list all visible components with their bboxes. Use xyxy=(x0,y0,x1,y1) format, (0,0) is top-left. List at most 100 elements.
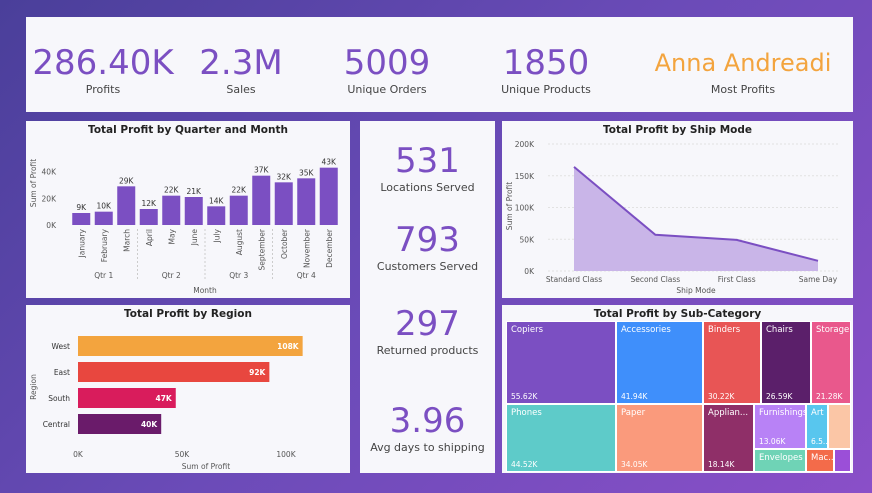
kpi-label: Unique Orders xyxy=(347,83,427,96)
bar xyxy=(117,186,136,225)
kpi-sales: 2.3M Sales xyxy=(186,43,296,97)
x-tick-label: September xyxy=(257,228,266,270)
y-tick-label: Central xyxy=(43,420,70,429)
treemap-tile[interactable]: Art 6.5... xyxy=(806,404,828,449)
treemap-tile[interactable]: Phones 44.52K xyxy=(506,404,616,472)
x-tick-label: 50K xyxy=(175,450,191,459)
bar xyxy=(78,336,303,356)
treemap-tile[interactable]: Binders 30.22K xyxy=(703,321,761,404)
kpi-unique-products: 1850 Unique Products xyxy=(491,43,601,97)
tile-value: 41.94K xyxy=(621,392,648,401)
treemap-tile[interactable]: Chairs 26.59K xyxy=(761,321,811,404)
x-axis-label: Sum of Profit xyxy=(182,462,230,471)
treemap-tile[interactable]: Storage 21.28K xyxy=(811,321,851,404)
tile-value: 18.14K xyxy=(708,460,735,469)
y-axis-label: Region xyxy=(29,374,38,400)
bar xyxy=(94,211,113,225)
area-fill xyxy=(574,166,818,271)
data-label: 14K xyxy=(209,196,225,205)
bar xyxy=(139,209,158,225)
kpi-unique-orders: 5009 Unique Orders xyxy=(332,43,442,97)
y-tick-label: East xyxy=(54,368,70,377)
kpi-value: 5009 xyxy=(343,43,431,83)
data-label: 43K xyxy=(322,158,338,167)
chart-profit-by-region[interactable]: Total Profit by Region West 108K East 92K So… xyxy=(26,305,350,473)
tile-label: Chairs xyxy=(766,325,793,335)
kpi-banner: 286.40K Profits 2.3M Sales 5009 Unique O… xyxy=(26,17,853,112)
x-tick-label: February xyxy=(100,228,109,262)
tile-label: Binders xyxy=(708,325,741,335)
ship-chart-svg: 0K 50K 100K 150K 200K Sum of Profit Standard C… xyxy=(505,140,840,295)
bar xyxy=(319,167,338,225)
tile-label: Furnishings xyxy=(759,408,806,418)
y-tick-label: 50K xyxy=(520,235,536,244)
treemap-tile[interactable]: Mac... xyxy=(806,449,834,472)
data-label: 21K xyxy=(187,187,203,196)
kpi-value: 531 xyxy=(395,141,460,181)
tile-value: 6.5... xyxy=(811,437,828,446)
region-chart-svg: West 108K East 92K South 47K Central 40K 0K 50K 10… xyxy=(29,336,303,471)
quarter-label: Qtr 4 xyxy=(297,271,316,280)
treemap-tile[interactable]: Copiers 55.62K xyxy=(506,321,616,404)
y-tick-label: 150K xyxy=(515,172,535,181)
kpi-returned: 297 Returned products xyxy=(360,304,495,357)
y-tick-label: 200K xyxy=(515,140,535,149)
x-tick-label: April xyxy=(145,229,154,246)
kpi-customers: 793 Customers Served xyxy=(360,220,495,273)
data-label: 22K xyxy=(164,186,180,195)
y-tick-label: 0K xyxy=(46,221,57,230)
x-tick-label: 100K xyxy=(276,450,296,459)
treemap-tile[interactable]: Applian... 18.14K xyxy=(703,404,754,472)
x-tick-label: June xyxy=(190,229,199,247)
data-label: 37K xyxy=(254,166,270,175)
kpi-avg-days: 3.96 Avg days to shipping xyxy=(360,401,495,454)
chart-profit-by-ship-mode[interactable]: Total Profit by Ship Mode 0K 50K 100K 150K 2… xyxy=(502,121,853,298)
kpi-label: Unique Products xyxy=(501,83,591,96)
data-label: 40K xyxy=(141,420,158,429)
kpi-label: Avg days to shipping xyxy=(370,441,485,454)
kpi-value: 2.3M xyxy=(199,43,283,83)
treemap-tile[interactable]: Furnishings 13.06K xyxy=(754,404,806,449)
mid-kpi-panel: 531 Locations Served 793 Customers Serve… xyxy=(360,121,495,473)
kpi-value: 3.96 xyxy=(389,401,466,441)
bar xyxy=(274,182,293,225)
tile-label: Paper xyxy=(621,408,646,418)
kpi-locations: 531 Locations Served xyxy=(360,141,495,194)
x-axis-label: Month xyxy=(193,286,217,295)
bar xyxy=(207,206,226,225)
data-label: 32K xyxy=(277,172,293,181)
kpi-value: 793 xyxy=(395,220,460,260)
tile-label: Envelopes xyxy=(759,453,803,463)
x-tick-label: January xyxy=(77,228,86,258)
kpi-label: Returned products xyxy=(376,344,479,357)
kpi-value: 297 xyxy=(395,304,460,344)
treemap-tile[interactable]: Paper 34.05K xyxy=(616,404,703,472)
y-tick-label: 20K xyxy=(42,194,58,203)
bar xyxy=(162,195,181,225)
bar xyxy=(297,178,316,225)
x-tick-label: Same Day xyxy=(799,275,838,284)
treemap-tile[interactable]: Envelopes xyxy=(754,449,806,472)
month-chart-svg: 0K 20K 40K Sum of Profit 9K January 10K Februar… xyxy=(29,158,338,295)
kpi-profits: 286.40K Profits xyxy=(30,43,176,97)
tile-label: Mac... xyxy=(811,453,834,463)
treemap-tile[interactable] xyxy=(834,449,851,472)
treemap-tile[interactable] xyxy=(828,404,851,449)
treemap-tile[interactable]: Accessories 41.94K xyxy=(616,321,703,404)
chart-profit-by-month[interactable]: Total Profit by Quarter and Month 0K 20K 4… xyxy=(26,121,350,298)
x-tick-label: Second Class xyxy=(630,275,680,284)
x-tick-label: August xyxy=(235,229,244,255)
tile-value: 26.59K xyxy=(766,392,793,401)
tile-label: Art xyxy=(811,408,824,418)
data-label: 92K xyxy=(249,368,266,377)
tile-value: 34.05K xyxy=(621,460,648,469)
x-tick-label: May xyxy=(167,228,176,244)
y-tick-label: West xyxy=(52,342,70,351)
bar xyxy=(184,197,203,225)
kpi-label: Most Profits xyxy=(710,83,776,96)
data-label: 22K xyxy=(232,186,248,195)
data-label: 29K xyxy=(119,176,135,185)
chart-profit-by-subcategory[interactable]: Total Profit by Sub-Category Copiers 55.6… xyxy=(502,305,853,473)
kpi-value: 1850 xyxy=(502,43,590,83)
bar xyxy=(78,362,270,382)
